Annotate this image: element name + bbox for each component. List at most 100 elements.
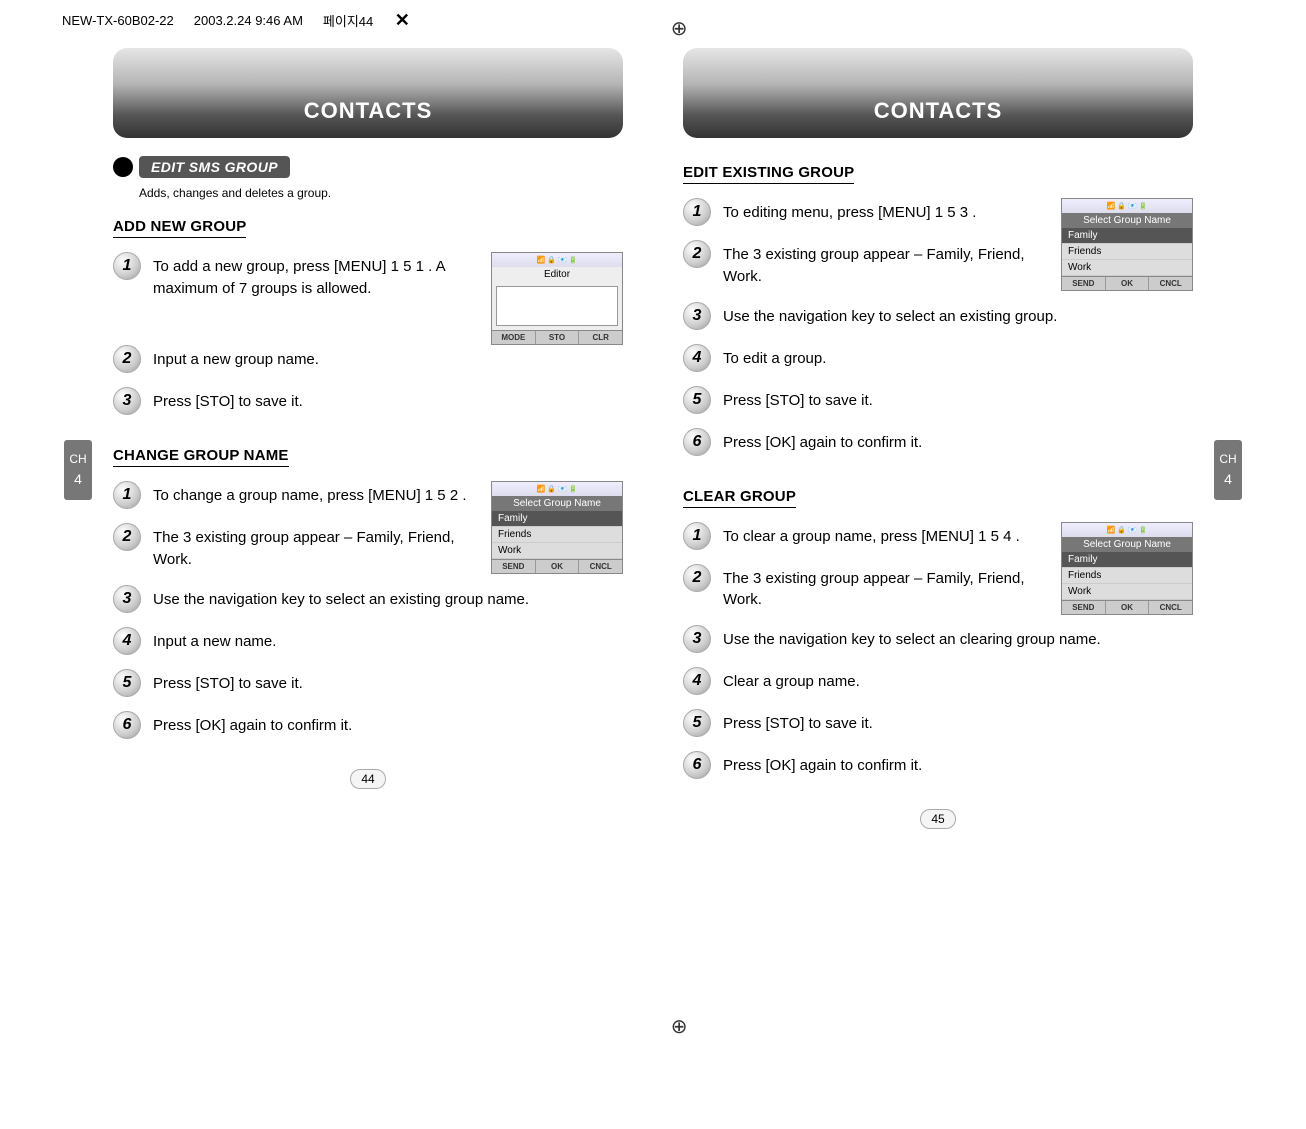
step-text: Press [STO] to save it. <box>153 669 623 695</box>
step-number: 3 <box>113 585 141 613</box>
chapter-tab-number: 4 <box>1224 471 1232 487</box>
chapter-tab-right: CH 4 <box>1214 440 1242 500</box>
meta-timestamp: 2003.2.24 9:46 AM <box>194 13 303 28</box>
phone-list-item: Work <box>1062 584 1192 600</box>
step-text: To change a group name, press [MENU] 1 5… <box>153 481 481 507</box>
step-number: 2 <box>113 523 141 551</box>
step-text: Press [STO] to save it. <box>723 709 1193 735</box>
section-caption: Adds, changes and deletes a group. <box>139 186 623 200</box>
meta-pagemarker: 페이지44 <box>323 11 373 30</box>
phone-list-item: Friends <box>1062 568 1192 584</box>
softkey: CNCL <box>1149 277 1192 290</box>
page-header-text: CONTACTS <box>874 98 1003 124</box>
crop-cross-icon: ✕ <box>393 10 411 31</box>
page-header: CONTACTS <box>113 48 623 138</box>
softkey: CLR <box>579 331 622 344</box>
step-text: Input a new group name. <box>153 345 623 371</box>
phone-status-bar: 📶 🔒 📧 🔋 <box>1062 523 1192 537</box>
step-text: Press [STO] to save it. <box>153 387 623 413</box>
phone-mock-select-group: 📶 🔒 📧 🔋 Select Group Name Family Friends… <box>491 481 623 574</box>
meta-filename: NEW-TX-60B02-22 <box>62 13 174 28</box>
step-number: 5 <box>683 709 711 737</box>
softkey: SEND <box>1062 277 1106 290</box>
page-header: CONTACTS <box>683 48 1193 138</box>
phone-list-item: Friends <box>492 527 622 543</box>
crop-mark-bottom: ⊕ <box>671 1014 688 1039</box>
step-text: Press [OK] again to confirm it. <box>723 751 1193 777</box>
phone-list-item: Family <box>492 511 622 527</box>
softkey: STO <box>536 331 580 344</box>
step-text: Press [OK] again to confirm it. <box>723 428 1193 454</box>
softkey: CNCL <box>1149 601 1192 614</box>
chapter-tab-label: CH <box>69 453 86 465</box>
step-text: To add a new group, press [MENU] 1 5 1 .… <box>153 252 481 300</box>
step-number: 3 <box>113 387 141 415</box>
phone-list-item: Family <box>1062 552 1192 568</box>
phone-editor-input <box>496 286 618 326</box>
page-header-text: CONTACTS <box>304 98 433 124</box>
phone-mock-editor: 📶 🔒 📧 🔋 Editor MODE STO CLR <box>491 252 623 345</box>
step-text: To editing menu, press [MENU] 1 5 3 . <box>723 198 1051 224</box>
step-text: The 3 existing group appear – Family, Fr… <box>723 564 1051 612</box>
step-number: 6 <box>113 711 141 739</box>
phone-title: Select Group Name <box>492 496 622 511</box>
bullet-icon <box>113 157 133 177</box>
chapter-tab-left: CH 4 <box>64 440 92 500</box>
phone-title: Select Group Name <box>1062 213 1192 228</box>
step-number: 6 <box>683 428 711 456</box>
phone-title: Editor <box>492 267 622 282</box>
page-left: CONTACTS EDIT SMS GROUP Adds, changes an… <box>103 38 633 829</box>
phone-mock-select-group: 📶 🔒 📧 🔋 Select Group Name Family Friends… <box>1061 522 1193 615</box>
step-text: Use the navigation key to select an exis… <box>153 585 623 611</box>
step-text: The 3 existing group appear – Family, Fr… <box>723 240 1051 288</box>
step-number: 1 <box>113 252 141 280</box>
step-number: 2 <box>113 345 141 373</box>
section-pill: EDIT SMS GROUP <box>139 156 290 178</box>
softkey: MODE <box>492 331 536 344</box>
step-text: To edit a group. <box>723 344 1193 370</box>
step-number: 1 <box>683 198 711 226</box>
step-number: 4 <box>683 344 711 372</box>
step-text: To clear a group name, press [MENU] 1 5 … <box>723 522 1051 548</box>
phone-mock-select-group: 📶 🔒 📧 🔋 Select Group Name Family Friends… <box>1061 198 1193 291</box>
page-number: 44 <box>350 769 385 789</box>
step-text: The 3 existing group appear – Family, Fr… <box>153 523 481 571</box>
step-number: 2 <box>683 564 711 592</box>
step-number: 2 <box>683 240 711 268</box>
phone-list-item: Friends <box>1062 244 1192 260</box>
step-text: Use the navigation key to select an exis… <box>723 302 1193 328</box>
step-number: 4 <box>683 667 711 695</box>
crop-mark-top: ⊕ <box>671 16 688 41</box>
step-number: 6 <box>683 751 711 779</box>
phone-title: Select Group Name <box>1062 537 1192 552</box>
softkey: CNCL <box>579 560 622 573</box>
step-text: Press [STO] to save it. <box>723 386 1193 412</box>
subheading-edit-existing-group: EDIT EXISTING GROUP <box>683 164 854 184</box>
chapter-tab-number: 4 <box>74 471 82 487</box>
step-text: Press [OK] again to confirm it. <box>153 711 623 737</box>
step-number: 5 <box>683 386 711 414</box>
step-text: Use the navigation key to select an clea… <box>723 625 1193 651</box>
page-right: CONTACTS EDIT EXISTING GROUP 1 To editin… <box>673 38 1203 829</box>
step-number: 1 <box>113 481 141 509</box>
step-text: Input a new name. <box>153 627 623 653</box>
phone-status-bar: 📶 🔒 📧 🔋 <box>1062 199 1192 213</box>
phone-status-bar: 📶 🔒 📧 🔋 <box>492 253 622 267</box>
softkey: OK <box>1106 277 1150 290</box>
softkey: OK <box>536 560 580 573</box>
step-number: 5 <box>113 669 141 697</box>
softkey: SEND <box>492 560 536 573</box>
subheading-clear-group: CLEAR GROUP <box>683 488 796 508</box>
softkey: SEND <box>1062 601 1106 614</box>
print-crop-meta: NEW-TX-60B02-22 2003.2.24 9:46 AM 페이지44 … <box>62 10 411 31</box>
subheading-add-new-group: ADD NEW GROUP <box>113 218 246 238</box>
subheading-change-group-name: CHANGE GROUP NAME <box>113 447 289 467</box>
step-number: 3 <box>683 625 711 653</box>
page-number: 45 <box>920 809 955 829</box>
chapter-tab-label: CH <box>1219 453 1236 465</box>
step-number: 3 <box>683 302 711 330</box>
phone-status-bar: 📶 🔒 📧 🔋 <box>492 482 622 496</box>
step-text: Clear a group name. <box>723 667 1193 693</box>
phone-list-item: Work <box>1062 260 1192 276</box>
softkey: OK <box>1106 601 1150 614</box>
